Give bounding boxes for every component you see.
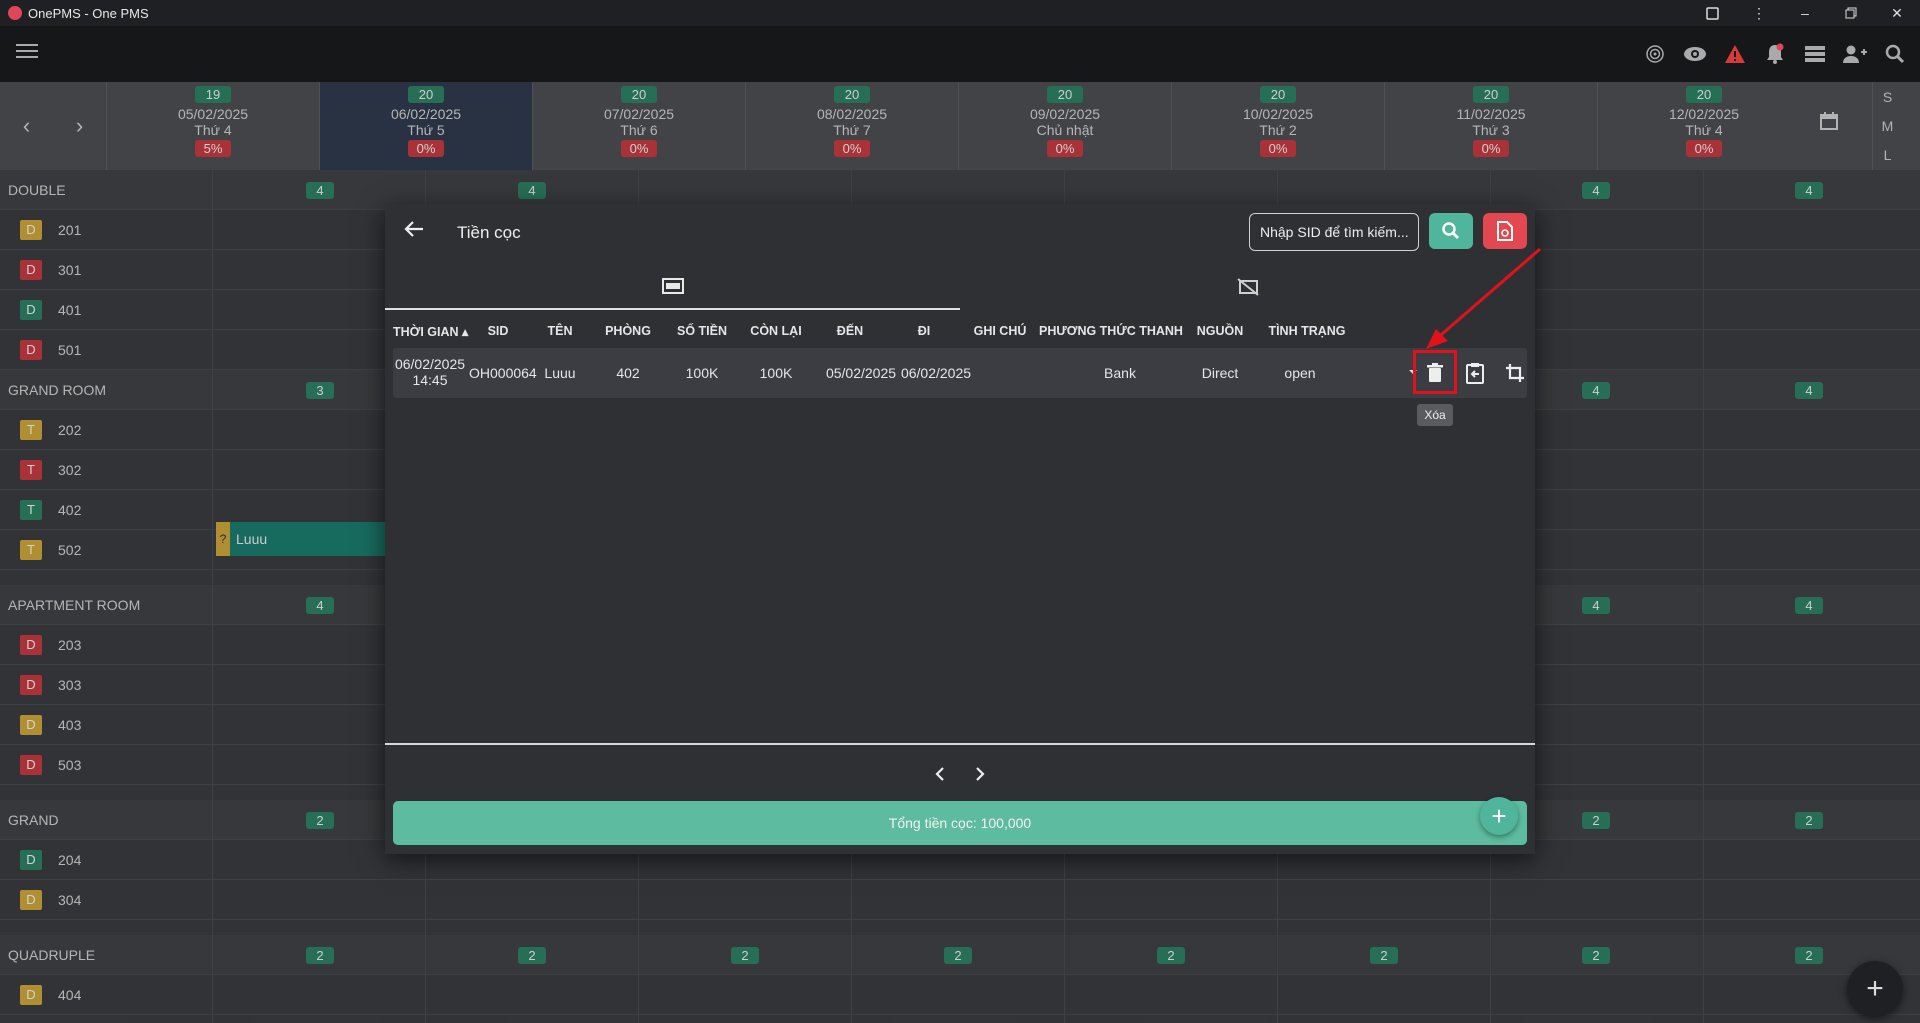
col-remaining-header: CÒN LẠI [750,324,802,338]
prev-page-icon[interactable] [930,759,950,789]
window-titlebar: OnePMS - One PMS ⋮ – ✕ [0,0,1920,26]
transfer-button[interactable] [1460,358,1490,388]
tab-deposit-list[interactable] [385,264,960,310]
deposit-total-bar: Tổng tiền cọc: 100,000 [393,801,1527,845]
list-view-icon[interactable] [1800,40,1830,68]
delete-highlight-box [1413,350,1457,394]
table-row[interactable]: 06/02/2025 14:45 OH000064 Luuu 402 100K … [393,348,1530,426]
add-user-icon[interactable] [1840,40,1870,68]
status-select[interactable]: open [1255,365,1345,381]
export-pdf-button[interactable] [1483,213,1527,249]
cell-remaining: 100K [759,365,793,381]
next-page-icon[interactable] [970,759,990,789]
eye-icon[interactable] [1680,40,1710,68]
col-arrive-header: ĐẾN [836,324,864,338]
crop-button[interactable] [1500,358,1530,388]
col-time-header[interactable]: THỜI GIAN ▴ [393,324,468,339]
more-vert-icon[interactable]: ⋮ [1736,0,1782,26]
fingerprint-icon[interactable] [1640,40,1670,68]
cell-time-date: 06/02/2025 [394,356,466,372]
col-sid-header: SID [487,324,509,338]
close-window-icon[interactable]: ✕ [1874,0,1920,26]
dialog-title: Tiền cọc [457,223,521,242]
crop-icon [1506,364,1524,382]
col-name-header: TÊN [547,324,573,338]
col-amount-header: SỐ TIỀN [676,324,727,338]
money-off-icon [1236,278,1259,296]
col-room-header: PHÒNG [605,324,651,338]
app-logo-icon [8,6,22,20]
cell-payment: Bank [1104,365,1136,381]
sid-search-input[interactable]: Nhập SID để tìm kiếm... [1249,213,1419,251]
col-note-header: GHI CHÚ [973,324,1027,338]
delete-tooltip: Xóa [1417,404,1453,426]
cell-time-hour: 14:45 [412,372,448,388]
cell-depart: 06/02/2025 [900,365,972,381]
col-status-header: TÌNH TRẠNG [1268,324,1346,338]
dialog-header: Tiền cọc Nhập SID để tìm kiếm... [385,204,1535,260]
cell-source: Direct [1201,365,1239,381]
floating-add-button[interactable]: + [1847,961,1903,1017]
app-header [0,26,1920,82]
cell-name: Luuu [544,365,576,381]
menu-icon[interactable] [16,44,38,62]
plus-icon: + [1491,800,1507,831]
minimize-icon[interactable]: – [1782,0,1828,26]
clipboard-transfer-icon [1466,363,1484,384]
back-arrow-icon[interactable] [403,218,427,242]
cell-arrive: 05/02/2025 [825,365,897,381]
annotation-arrow-icon [1426,247,1541,349]
cell-amount: 100K [685,365,719,381]
cell-time: 06/02/2025 14:45 [393,356,467,388]
col-source-header: NGUỒN [1196,324,1244,338]
cell-room: 402 [616,365,640,381]
notification-bell-icon[interactable] [1760,40,1790,68]
deposit-dialog: Tiền cọc Nhập SID để tìm kiếm... THỜI GI… [385,204,1535,854]
search-icon [1442,222,1460,240]
divider [385,743,1535,745]
money-icon [661,278,684,294]
pagination [385,759,1535,789]
restore-icon[interactable] [1828,0,1874,26]
table-header: THỜI GIAN ▴ SID TÊN PHÒNG SỐ TIỀN CÒN LẠ… [385,314,1535,348]
col-payment-header: PHƯƠNG THỨC THANH [1039,324,1183,338]
warning-icon[interactable] [1720,40,1750,68]
col-depart-header: ĐI [917,324,931,338]
add-deposit-button[interactable]: + [1480,797,1518,835]
extension-icon[interactable] [1690,0,1736,26]
window-title: OnePMS - One PMS [28,5,149,21]
search-button[interactable] [1429,213,1473,249]
pdf-file-icon [1497,221,1513,241]
cell-sid: OH000064 [469,365,537,381]
dialog-tabs [385,264,1535,310]
plus-icon: + [1866,972,1884,1005]
search-icon[interactable] [1880,40,1910,68]
